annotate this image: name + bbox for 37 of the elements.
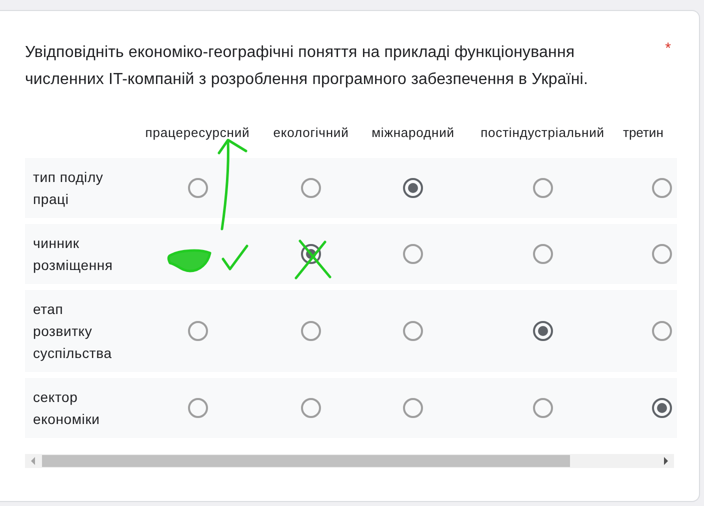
- check-mark: [222, 244, 248, 270]
- radio-button[interactable]: [652, 398, 672, 418]
- question-title: Увідповідніть економіко-географічні поняття на прикладі функціонування численних IT-компаній з розроблення програмного забезпечення в Україні.: [25, 43, 590, 90]
- row-label: тип поділу праці: [33, 168, 104, 209]
- radio-button[interactable]: [403, 398, 423, 418]
- column-header: постіндустріальний: [480, 124, 606, 142]
- column-header: міжнародний: [370, 124, 456, 142]
- row-label: сектор економіки: [33, 388, 101, 429]
- radio-button[interactable]: [532, 178, 552, 198]
- radio-button[interactable]: [532, 244, 552, 264]
- cross-mark: [294, 240, 332, 280]
- required-asterisk: *: [665, 39, 671, 59]
- scroll-left-icon[interactable]: [31, 457, 35, 465]
- radio-button[interactable]: [532, 398, 552, 418]
- scrollbar-thumb[interactable]: [42, 455, 570, 467]
- radio-button[interactable]: [403, 321, 423, 341]
- radio-button[interactable]: [301, 398, 321, 418]
- horizontal-scrollbar[interactable]: [25, 454, 674, 468]
- row-label: етап розвитку суспільства: [33, 300, 113, 363]
- radio-button[interactable]: [652, 178, 672, 198]
- radio-button[interactable]: [301, 321, 321, 341]
- column-header: екологічний: [272, 124, 350, 142]
- radio-button[interactable]: [188, 178, 208, 198]
- radio-button[interactable]: [301, 244, 321, 264]
- scroll-right-icon[interactable]: [664, 457, 668, 465]
- row-label: чинник розміщення: [33, 234, 114, 275]
- radio-button[interactable]: [532, 321, 552, 341]
- column-header: працересурсний: [144, 124, 251, 142]
- radio-button[interactable]: [188, 321, 208, 341]
- radio-button[interactable]: [301, 178, 321, 198]
- scribble-mark: [167, 249, 212, 272]
- radio-button[interactable]: [403, 244, 423, 264]
- column-header: третин: [623, 124, 664, 142]
- radio-button[interactable]: [403, 178, 423, 198]
- radio-button[interactable]: [652, 244, 672, 264]
- radio-button[interactable]: [652, 321, 672, 341]
- radio-button[interactable]: [188, 398, 208, 418]
